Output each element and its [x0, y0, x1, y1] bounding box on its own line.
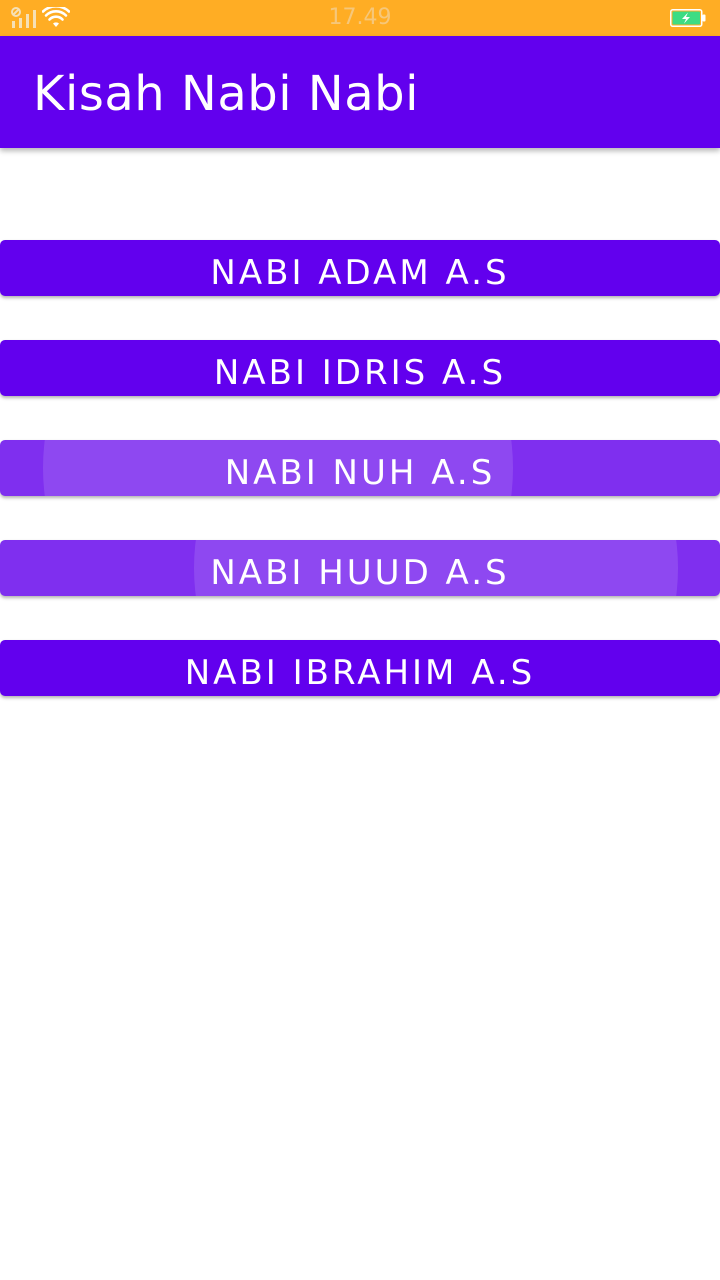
nabi-nuh-label: NABI NUH A.S [224, 453, 496, 493]
nabi-adam-label: NABI ADAM A.S [210, 253, 510, 293]
status-time: 17.49 [328, 5, 392, 30]
nabi-ibrahim-label: NABI IBRAHIM A.S [184, 653, 536, 693]
nabi-idris-label: NABI IDRIS A.S [213, 353, 507, 393]
nabi-nuh-button[interactable]: NABI NUH A.S [0, 440, 720, 496]
nabi-huud-label: NABI HUUD A.S [210, 553, 510, 593]
app-title: Kisah Nabi Nabi [33, 66, 419, 122]
nabi-button-list: NABI ADAM A.S NABI IDRIS A.S NABI NUH A.… [0, 240, 720, 740]
nabi-huud-button[interactable]: NABI HUUD A.S [0, 540, 720, 596]
nabi-ibrahim-button[interactable]: NABI IBRAHIM A.S [0, 640, 720, 696]
battery-charging-icon [670, 9, 706, 27]
status-bar: 17.49 [0, 0, 720, 36]
nabi-idris-button[interactable]: NABI IDRIS A.S [0, 340, 720, 396]
nabi-adam-button[interactable]: NABI ADAM A.S [0, 240, 720, 296]
app-bar: Kisah Nabi Nabi [0, 36, 720, 148]
